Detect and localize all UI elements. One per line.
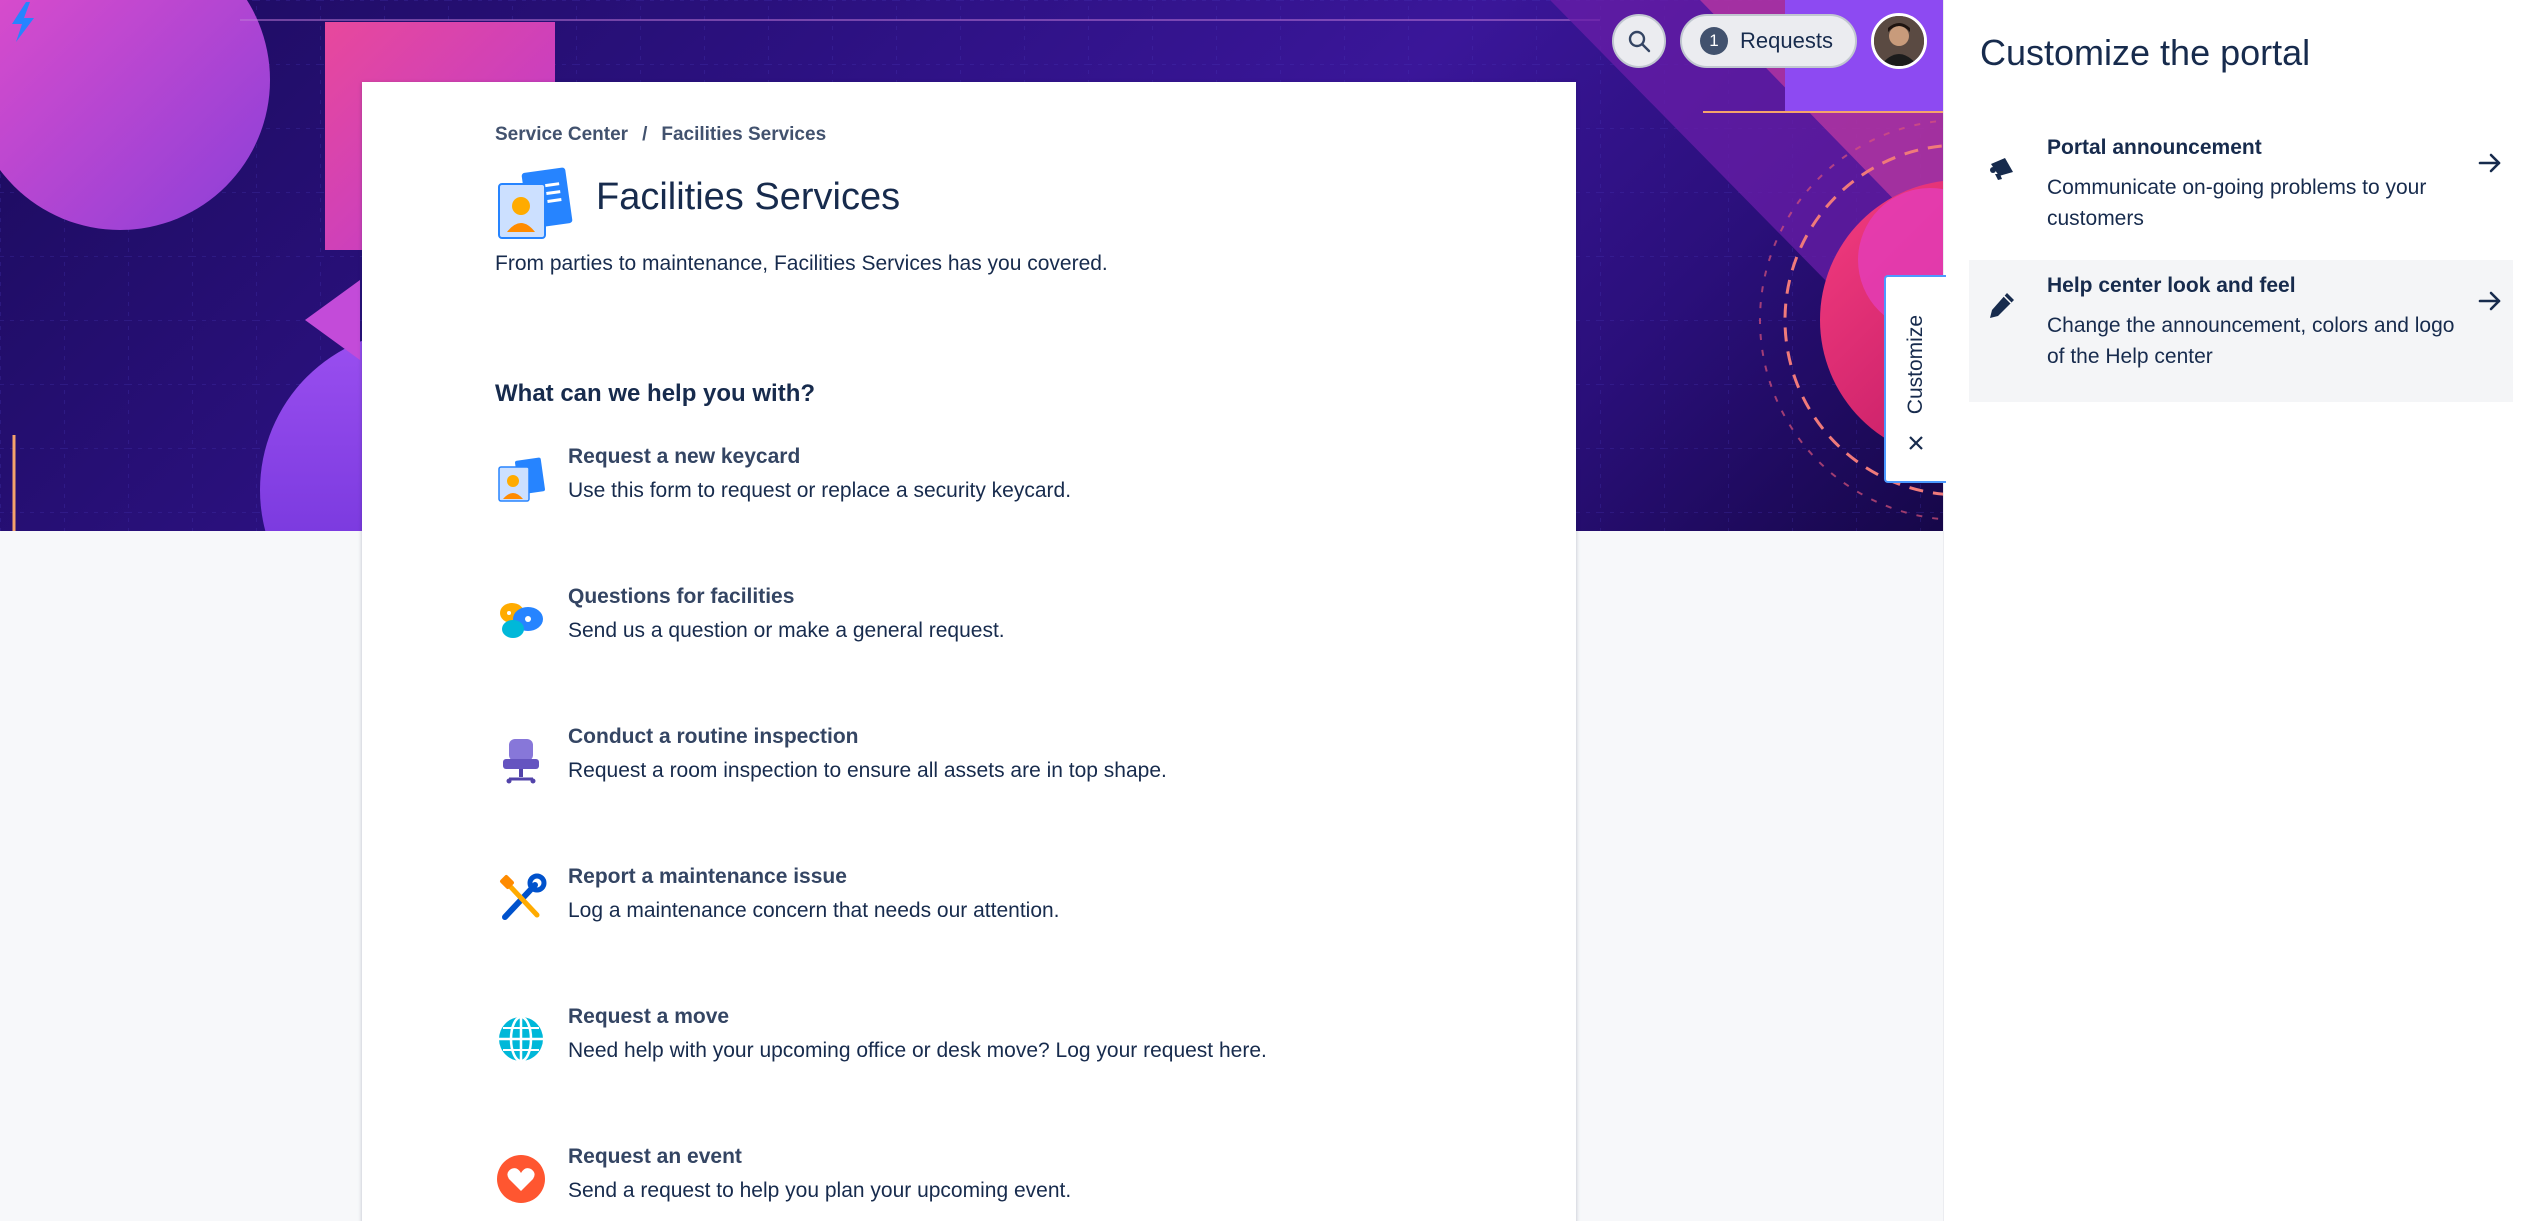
panel-item-description: Change the announcement, colors and logo… [2047, 314, 2455, 368]
request-type-description: Send a request to help you plan your upc… [568, 1179, 1072, 1202]
request-type-inspection[interactable]: Conduct a routine inspection Request a r… [495, 725, 1395, 805]
panel-item-portal-announcement[interactable]: Portal announcement Communicate on-going… [1969, 122, 2513, 264]
requests-label: Requests [1740, 28, 1833, 53]
panel-item-look-and-feel[interactable]: Help center look and feel Change the ann… [1969, 260, 2513, 402]
top-actions: 1 Requests [1612, 13, 1927, 69]
request-type-description: Request a room inspection to ensure all … [568, 759, 1167, 782]
keycard-icon [498, 457, 545, 502]
portal-title: Facilities Services [596, 176, 901, 218]
request-type-event[interactable]: Request an event Send a request to help … [495, 1145, 1395, 1221]
customize-label: Customize [1904, 315, 1927, 415]
request-type-description: Send us a question or make a general req… [568, 619, 1005, 642]
breadcrumb-service-center[interactable]: Service Center [495, 124, 628, 146]
search-icon [1628, 30, 1651, 53]
request-type-title: Request an event [568, 1145, 742, 1168]
globe-icon [499, 1015, 543, 1063]
request-type-title: Report a maintenance issue [568, 865, 847, 888]
request-type-description: Use this form to request or replace a se… [568, 479, 1072, 502]
panel-item-title: Help center look and feel [2047, 274, 2296, 297]
panel-item-description: Communicate on-going problems to your cu… [2047, 176, 2427, 230]
tools-icon [500, 873, 547, 920]
customize-panel: Customize the portal Portal announcement… [1943, 0, 2547, 1221]
request-type-keycard[interactable]: Request a new keycard Use this form to r… [495, 445, 1395, 525]
request-type-title: Conduct a routine inspection [568, 725, 859, 748]
search-button[interactable] [1612, 14, 1666, 68]
arrow-right-icon [2478, 291, 2501, 311]
breadcrumb-separator: / [642, 124, 648, 145]
close-icon[interactable] [1907, 434, 1925, 452]
portal-keycard-icon [498, 167, 573, 239]
help-heading: What can we help you with? [495, 380, 816, 407]
arrow-right-icon [2478, 153, 2501, 173]
request-type-questions[interactable]: Questions for facilities Send us a quest… [495, 585, 1395, 665]
app-logo-icon[interactable] [0, 0, 44, 44]
request-type-description: Need help with your upcoming office or d… [568, 1039, 1267, 1062]
panel-item-title: Portal announcement [2047, 136, 2262, 159]
breadcrumb: Service Center / Facilities Services [495, 124, 826, 146]
profile-photo-icon [1873, 16, 1924, 66]
heart-icon [497, 1155, 545, 1203]
user-avatar[interactable] [1870, 13, 1927, 69]
pencil-icon [1990, 293, 2014, 318]
request-type-maintenance[interactable]: Report a maintenance issue Log a mainten… [495, 865, 1395, 945]
chair-icon [503, 739, 539, 784]
megaphone-icon [1990, 158, 2013, 180]
request-type-title: Request a move [568, 1005, 730, 1028]
panel-title: Customize the portal [1980, 32, 2311, 73]
chat-bubbles-icon [500, 603, 543, 638]
request-type-description: Log a maintenance concern that needs our… [568, 899, 1060, 922]
requests-button[interactable]: 1 Requests [1680, 14, 1857, 68]
breadcrumb-facilities-services[interactable]: Facilities Services [661, 124, 826, 146]
portal-description: From parties to maintenance, Facilities … [495, 252, 1108, 275]
request-type-title: Request a new keycard [568, 445, 801, 468]
request-type-move[interactable]: Request a move Need help with your upcom… [495, 1005, 1395, 1085]
requests-count-badge: 1 [1700, 27, 1728, 55]
customize-toggle-tab[interactable]: Customize [1884, 275, 1946, 483]
request-type-title: Questions for facilities [568, 585, 795, 608]
portal-card: Service Center / Facilities Services Fac… [362, 82, 1576, 1221]
